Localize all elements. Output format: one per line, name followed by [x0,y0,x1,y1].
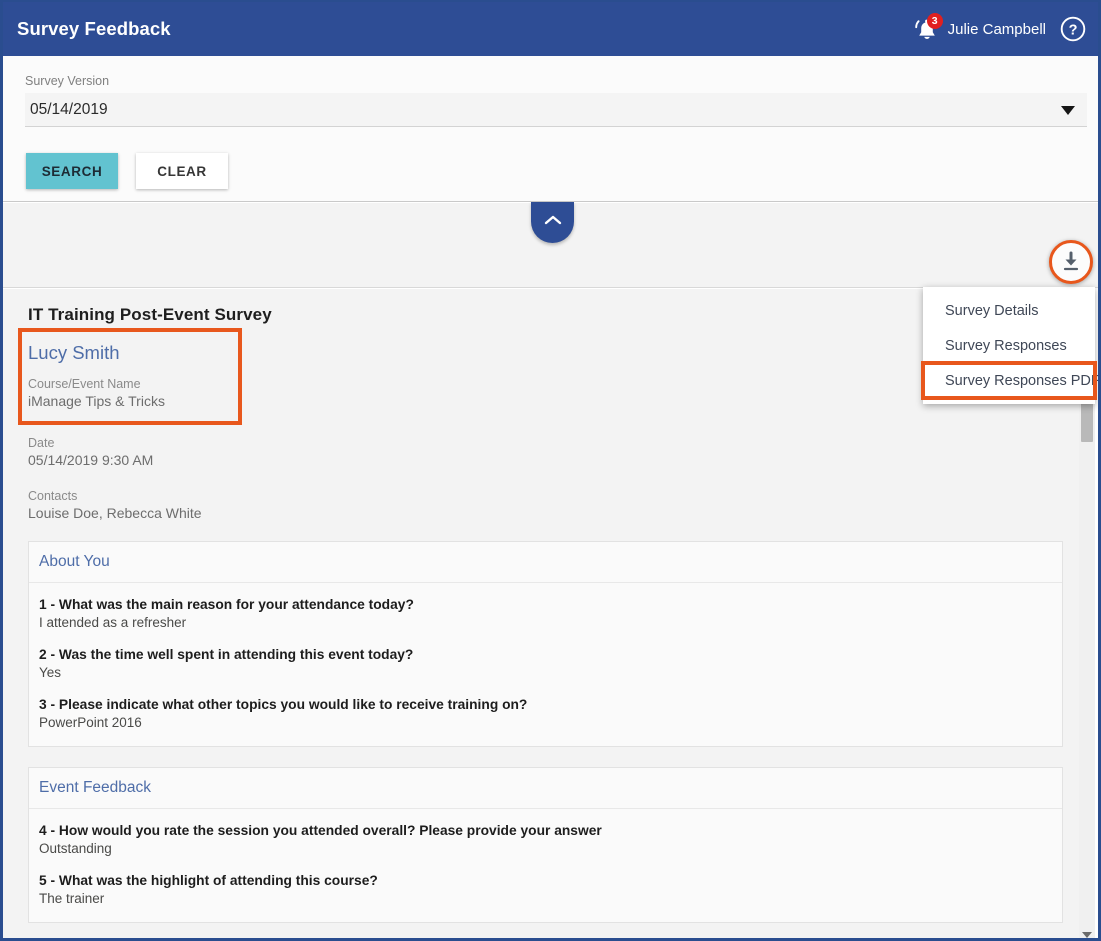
survey-feedback-app: Survey Feedback 3 Julie Campbell ? Surve… [0,0,1101,941]
course-value: iManage Tips & Tricks [28,393,165,409]
section-title: About You [29,542,1062,583]
contacts-label: Contacts [28,489,78,503]
respondent-block: Lucy Smith Course/Event Name iManage Tip… [18,328,242,425]
chevron-up-icon [544,215,561,224]
question-text: 5 - What was the highlight of attending … [39,873,378,888]
download-menu: Survey Details Survey Responses Survey R… [921,287,1098,404]
survey-version-value: 05/14/2019 [30,100,108,118]
section-body: 4 - How would you rate the session you a… [29,809,1062,922]
menu-item-survey-responses-pdf[interactable]: Survey Responses PDF [921,361,1098,400]
search-actions: SEARCH CLEAR [26,153,1084,189]
date-block: Date 05/14/2019 9:30 AM [28,436,1082,468]
question-answer-item: 5 - What was the highlight of attending … [39,873,1062,906]
clear-button[interactable]: CLEAR [136,153,228,189]
section-body: 1 - What was the main reason for your at… [29,583,1062,746]
contacts-block: Contacts Louise Doe, Rebecca White [28,489,1082,521]
answer-text: I attended as a refresher [39,615,187,630]
question-text: 3 - Please indicate what other topics yo… [39,697,528,712]
question-answer-item: 2 - Was the time well spent in attending… [39,647,1062,680]
menu-item-survey-responses[interactable]: Survey Responses [923,328,1095,363]
svg-text:?: ? [1068,22,1077,38]
question-answer-item: 1 - What was the main reason for your at… [39,597,1062,630]
course-label: Course/Event Name [28,377,141,391]
date-value: 05/14/2019 9:30 AM [28,452,154,468]
notifications-button[interactable]: 3 [912,13,943,45]
question-text: 1 - What was the main reason for your at… [39,597,414,612]
answer-text: Outstanding [39,841,112,856]
section-title: Event Feedback [29,768,1062,809]
survey-version-label: Survey Version [25,74,110,88]
page-title: Survey Feedback [17,18,171,39]
help-circle-icon: ? [1060,16,1085,42]
date-label: Date [28,436,55,450]
respondent-name[interactable]: Lucy Smith [28,342,232,364]
help-button[interactable]: ? [1059,16,1086,43]
search-panel: Survey Version 05/14/2019 SEARCH CLEAR [3,56,1098,202]
download-button[interactable] [1049,240,1093,284]
question-text: 2 - Was the time well spent in attending… [39,647,414,662]
question-text: 4 - How would you rate the session you a… [39,823,602,838]
contacts-value: Louise Doe, Rebecca White [28,505,202,521]
section-card-event-feedback: Event Feedback 4 - How would you rate th… [28,767,1063,923]
chevron-down-icon [1061,106,1075,115]
scroll-down-icon[interactable] [1082,932,1092,938]
app-header: Survey Feedback 3 Julie Campbell ? [3,2,1098,56]
answer-text: PowerPoint 2016 [39,715,142,730]
collapse-panel-button[interactable] [531,202,574,243]
header-actions: 3 Julie Campbell ? [912,13,1086,45]
question-answer-item: 3 - Please indicate what other topics yo… [39,697,1062,730]
answer-text: The trainer [39,891,105,906]
question-answer-item: 4 - How would you rate the session you a… [39,823,1062,856]
search-button[interactable]: SEARCH [26,153,118,189]
section-card-about-you: About You 1 - What was the main reason f… [28,541,1063,747]
menu-item-survey-details[interactable]: Survey Details [923,293,1095,328]
user-name[interactable]: Julie Campbell [948,21,1046,38]
answer-text: Yes [39,665,62,680]
download-icon [1063,251,1079,271]
survey-version-select[interactable]: 05/14/2019 [25,93,1087,127]
notification-badge: 3 [926,13,943,29]
survey-content: IT Training Post-Event Survey Lucy Smith… [3,289,1082,938]
